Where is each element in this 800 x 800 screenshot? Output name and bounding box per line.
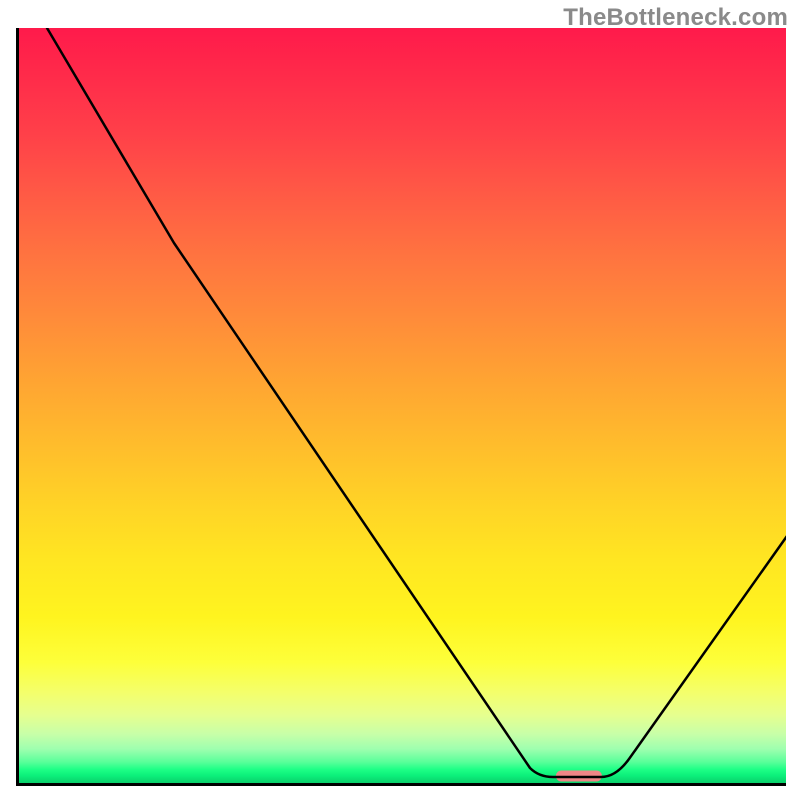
plot-area [16, 28, 786, 786]
chart-canvas: TheBottleneck.com [0, 0, 800, 800]
chart-svg [19, 28, 786, 783]
bottleneck-curve [47, 28, 786, 777]
